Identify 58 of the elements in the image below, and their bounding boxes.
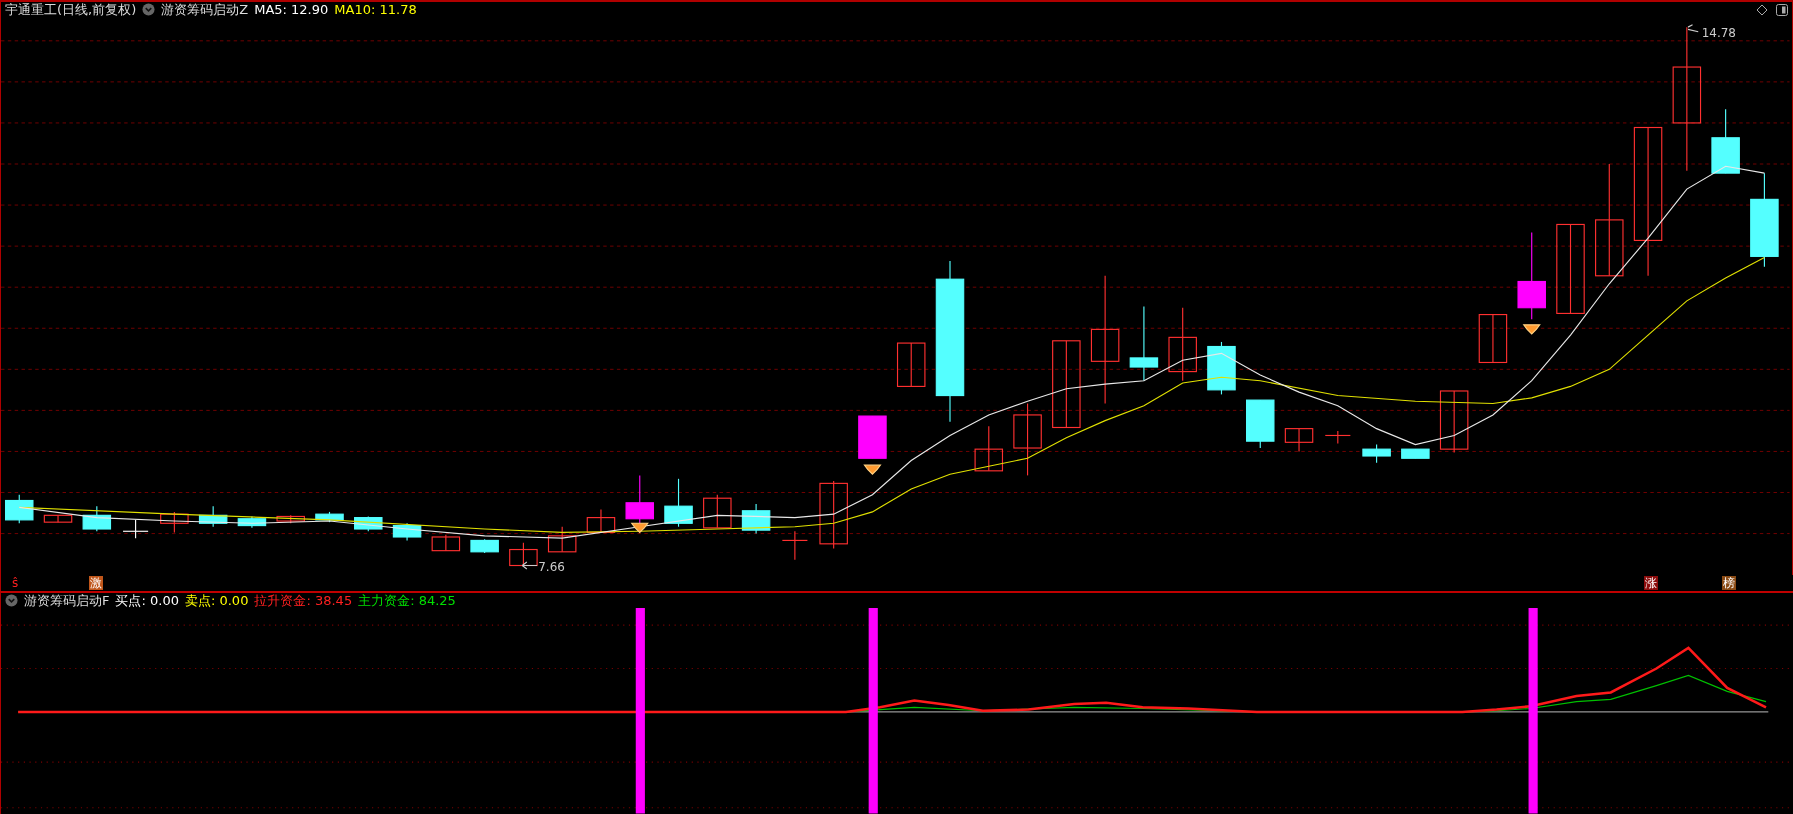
candlestick: [1439, 390, 1469, 454]
candlestick: [315, 511, 344, 523]
leader-line: [521, 561, 538, 570]
chevron-down-icon[interactable]: [5, 594, 18, 607]
signal-mark: ŝ: [11, 575, 20, 590]
candlestick: [43, 514, 73, 523]
indicator-name: 游资筹码启动Z: [161, 2, 249, 18]
candlestick: [82, 505, 112, 532]
diamond-icon[interactable]: [1756, 3, 1768, 16]
candlestick: [858, 415, 887, 459]
candlestick: [122, 519, 149, 539]
signal-badge: 榜: [1721, 575, 1736, 590]
candlestick: [1324, 430, 1351, 444]
panel-toggle-icon[interactable]: [1776, 3, 1788, 16]
legend-value: MA5: 12.90: [254, 2, 329, 18]
candlestick: [974, 425, 1004, 472]
high-price-label: 14.78: [1701, 26, 1736, 41]
candlestick: [276, 514, 305, 524]
legend-value: 买点: 0.00: [115, 593, 179, 608]
candlestick: [509, 542, 538, 567]
candlestick: [741, 503, 771, 535]
candlestick: [1711, 108, 1740, 174]
candlestick: [781, 530, 808, 561]
candlestick: [1401, 448, 1430, 459]
legend-value: MA10: 11.78: [334, 2, 417, 18]
candlestick: [1362, 444, 1391, 464]
legend-value: 主力资金: 84.25: [358, 593, 456, 608]
legend-value: 卖点: 0.00: [184, 593, 249, 608]
candlestick: [1284, 428, 1314, 452]
candlestick: [896, 342, 926, 387]
candlestick: [354, 515, 383, 532]
candlestick: [703, 494, 732, 529]
signal-badge: 涨: [1644, 575, 1659, 590]
candlestick: [392, 522, 422, 541]
candlestick: [160, 511, 189, 533]
gem-icon: [1522, 324, 1541, 335]
candlestick: [1207, 341, 1236, 395]
candlestick: [237, 515, 267, 529]
candlestick: [5, 494, 34, 524]
candlestick: [586, 509, 616, 533]
candlestick: [547, 526, 577, 553]
legend-value: 拉升资金: 38.45: [254, 593, 353, 608]
candlestick: [1478, 313, 1508, 363]
candlestick: [664, 478, 693, 528]
chevron-down-icon[interactable]: [142, 3, 156, 17]
indicator-name: 游资筹码启动F: [24, 593, 110, 608]
candlestick: [1246, 399, 1275, 449]
gem-icon: [630, 522, 649, 534]
candlestick: [431, 534, 461, 552]
candlestick: [470, 538, 499, 554]
candlestick: [625, 474, 654, 524]
candlestick: [819, 480, 848, 549]
low-price-label: 7.66: [538, 560, 565, 575]
signal-badge: 激: [89, 575, 104, 590]
candlestick: [198, 505, 228, 528]
gem-icon: [863, 464, 882, 475]
leader-line: [1687, 24, 1699, 33]
stock-title: 宇通重工(日线,前复权): [5, 2, 137, 18]
